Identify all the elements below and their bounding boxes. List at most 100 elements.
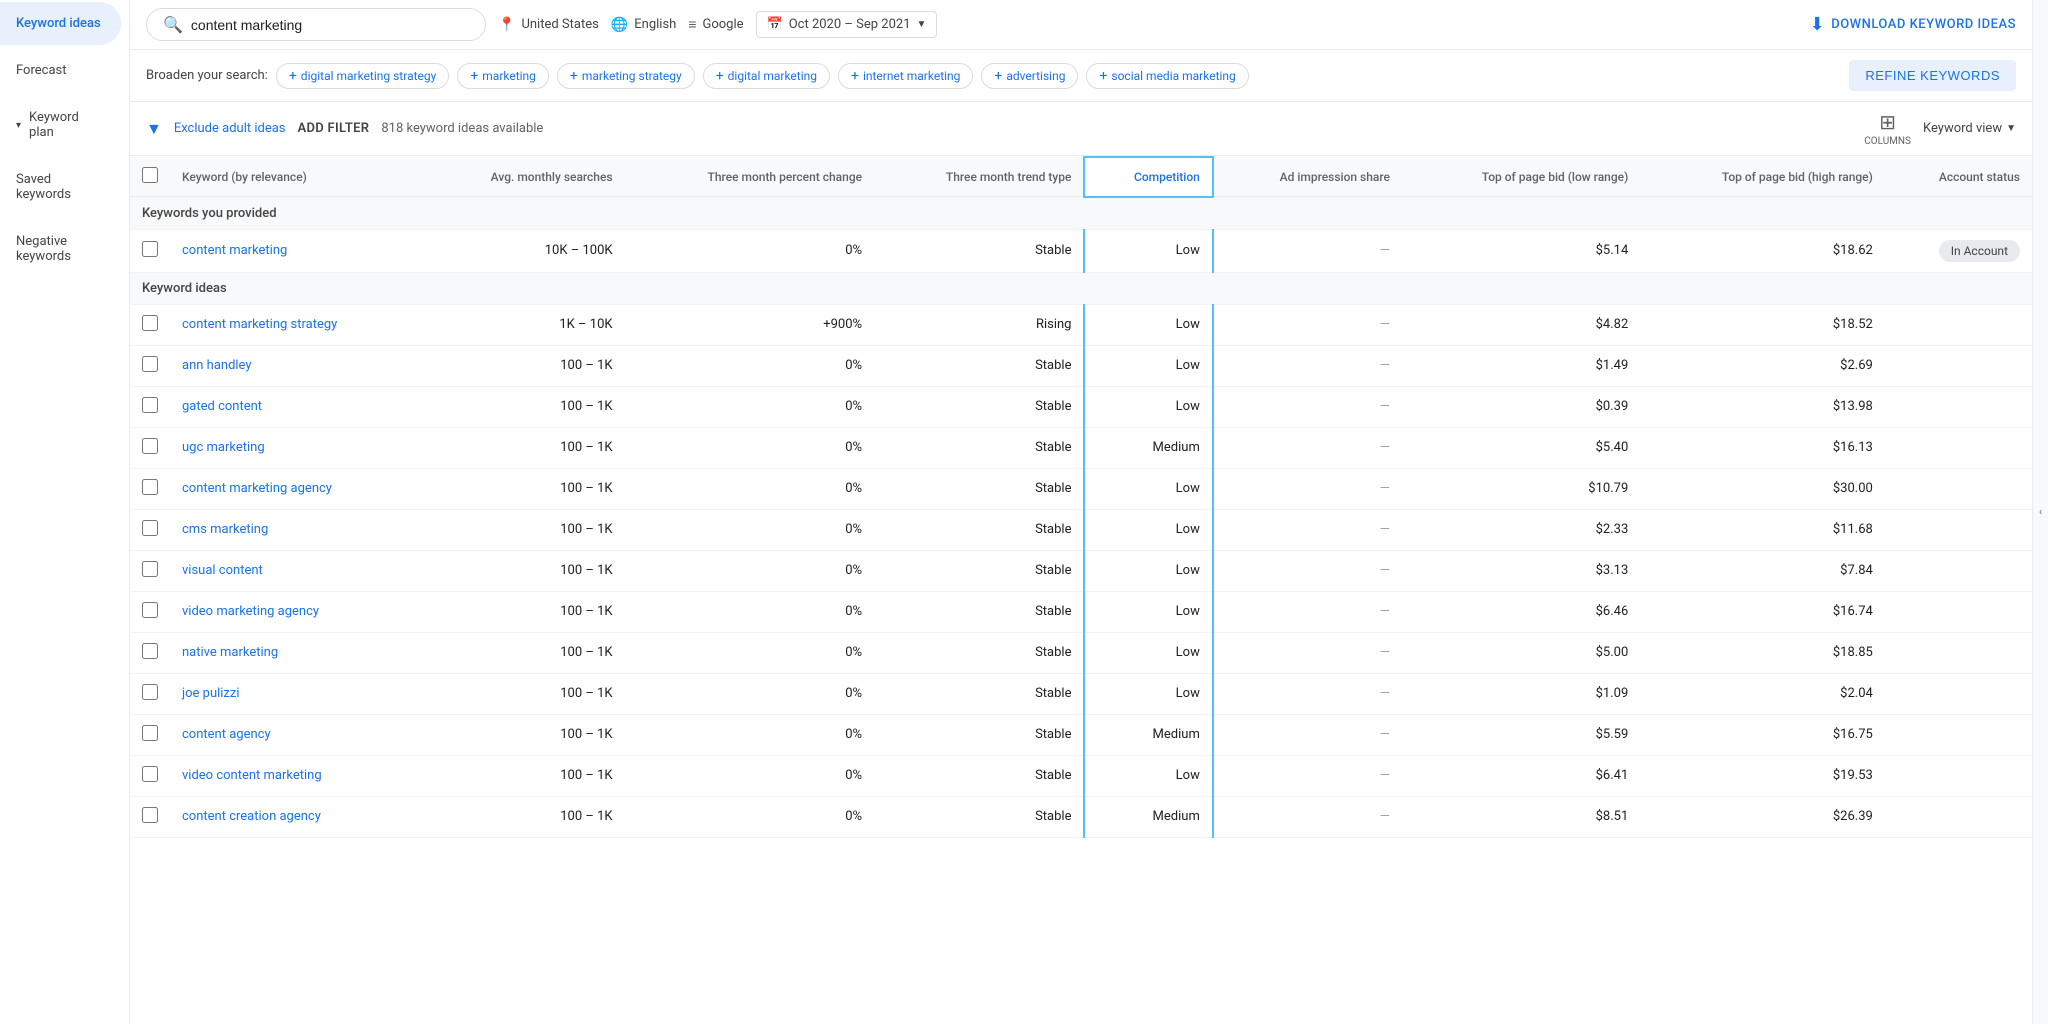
three-month-pct-column-header[interactable]: Three month percent change [625, 157, 874, 197]
location-chip[interactable]: 📍 United States [498, 17, 599, 33]
keyword-link[interactable]: visual content [182, 563, 263, 578]
broaden-chip-6[interactable]: + social media marketing [1086, 63, 1248, 89]
row-checkbox-cell[interactable] [130, 550, 170, 591]
keyword-cell[interactable]: video marketing agency [170, 591, 421, 632]
keyword-cell[interactable]: visual content [170, 550, 421, 591]
keyword-link[interactable]: content marketing agency [182, 481, 332, 496]
avg-monthly-column-header[interactable]: Avg. monthly searches [421, 157, 625, 197]
ad-impression-column-header[interactable]: Ad impression share [1213, 157, 1402, 197]
select-all-checkbox[interactable] [142, 167, 158, 183]
language-chip[interactable]: 🌐 English [611, 17, 677, 33]
keywords-provided-section-header: Keywords you provided [130, 197, 2032, 230]
search-input[interactable] [191, 17, 469, 33]
keyword-cell[interactable]: cms marketing [170, 509, 421, 550]
row-checkbox-cell[interactable] [130, 714, 170, 755]
row-checkbox-cell[interactable] [130, 509, 170, 550]
broaden-chip-3[interactable]: + digital marketing [703, 63, 830, 89]
sidebar-item-forecast[interactable]: Forecast [0, 49, 121, 92]
sidebar-item-saved-keywords[interactable]: Saved keywords [0, 158, 121, 216]
row-checkbox[interactable] [142, 397, 158, 413]
keyword-cell[interactable]: content marketing strategy [170, 304, 421, 345]
columns-button[interactable]: ⊞ COLUMNS [1864, 110, 1911, 147]
keyword-column-header[interactable]: Keyword (by relevance) [170, 157, 421, 197]
row-checkbox[interactable] [142, 725, 158, 741]
row-checkbox[interactable] [142, 438, 158, 454]
keyword-link[interactable]: content marketing [182, 243, 287, 258]
exclude-adult-link[interactable]: Exclude adult ideas [174, 121, 286, 136]
keyword-cell[interactable]: content marketing [170, 229, 421, 272]
broaden-chip-2[interactable]: + marketing strategy [557, 63, 695, 89]
keyword-cell[interactable]: joe pulizzi [170, 673, 421, 714]
top-bid-high-column-header[interactable]: Top of page bid (high range) [1640, 157, 1885, 197]
row-checkbox[interactable] [142, 643, 158, 659]
sidebar-item-negative-keywords[interactable]: Negative keywords [0, 220, 121, 278]
row-checkbox-cell[interactable] [130, 755, 170, 796]
keyword-link[interactable]: gated content [182, 399, 262, 414]
row-checkbox[interactable] [142, 766, 158, 782]
download-button[interactable]: ⬇ DOWNLOAD KEYWORD IDEAS [1810, 14, 2016, 35]
sidebar-item-keyword-ideas[interactable]: Keyword ideas [0, 2, 121, 45]
keyword-link[interactable]: cms marketing [182, 522, 268, 537]
broaden-chip-1[interactable]: + marketing [457, 63, 549, 89]
three-month-trend-cell: Stable [874, 673, 1084, 714]
add-filter-button[interactable]: ADD FILTER [298, 121, 370, 136]
search-box[interactable]: 🔍 [146, 8, 486, 41]
keyword-cell[interactable]: native marketing [170, 632, 421, 673]
competition-cell: Low [1084, 509, 1212, 550]
row-checkbox-cell[interactable] [130, 632, 170, 673]
keyword-link[interactable]: native marketing [182, 645, 278, 660]
ad-impression-cell: — [1213, 386, 1402, 427]
row-checkbox[interactable] [142, 520, 158, 536]
row-checkbox[interactable] [142, 684, 158, 700]
broaden-chip-0[interactable]: + digital marketing strategy [276, 63, 449, 89]
row-checkbox[interactable] [142, 315, 158, 331]
row-checkbox[interactable] [142, 479, 158, 495]
row-checkbox-cell[interactable] [130, 673, 170, 714]
filter-icon[interactable]: ▼ [146, 119, 162, 139]
date-range-picker[interactable]: 📅 Oct 2020 – Sep 2021 ▼ [756, 11, 938, 38]
row-checkbox-cell[interactable] [130, 304, 170, 345]
refine-keywords-button[interactable]: REFINE KEYWORDS [1849, 60, 2016, 91]
keyword-cell[interactable]: content agency [170, 714, 421, 755]
row-checkbox-cell[interactable] [130, 591, 170, 632]
sidebar-item-keyword-plan[interactable]: ▾ Keyword plan [0, 96, 121, 154]
row-checkbox[interactable] [142, 356, 158, 372]
row-checkbox-cell[interactable] [130, 427, 170, 468]
keyword-link[interactable]: video marketing agency [182, 604, 319, 619]
broaden-chip-4[interactable]: + internet marketing [838, 63, 973, 89]
three-month-trend-cell: Stable [874, 229, 1084, 272]
select-all-header[interactable] [130, 157, 170, 197]
sidebar-toggle[interactable]: ‹ [2032, 0, 2048, 1024]
keyword-link[interactable]: ann handley [182, 358, 252, 373]
keyword-link[interactable]: ugc marketing [182, 440, 265, 455]
keyword-cell[interactable]: gated content [170, 386, 421, 427]
row-checkbox[interactable] [142, 807, 158, 823]
keyword-link[interactable]: content creation agency [182, 809, 321, 824]
keyword-cell[interactable]: content marketing agency [170, 468, 421, 509]
row-checkbox-cell[interactable] [130, 386, 170, 427]
row-checkbox[interactable] [142, 561, 158, 577]
sidebar: Keyword ideas Forecast ▾ Keyword plan Sa… [0, 0, 130, 1024]
broaden-chip-5[interactable]: + advertising [981, 63, 1078, 89]
competition-column-header[interactable]: Competition [1084, 157, 1212, 197]
keyword-cell[interactable]: video content marketing [170, 755, 421, 796]
keyword-cell[interactable]: content creation agency [170, 796, 421, 837]
keyword-link[interactable]: content marketing strategy [182, 317, 337, 332]
keyword-view-button[interactable]: Keyword view ▼ [1923, 121, 2016, 136]
keyword-link[interactable]: joe pulizzi [182, 686, 240, 701]
account-status-cell [1885, 591, 2032, 632]
row-checkbox-cell[interactable] [130, 345, 170, 386]
row-checkbox[interactable] [142, 241, 158, 257]
top-bid-low-column-header[interactable]: Top of page bid (low range) [1402, 157, 1640, 197]
keyword-link[interactable]: video content marketing [182, 768, 322, 783]
keyword-cell[interactable]: ugc marketing [170, 427, 421, 468]
keyword-link[interactable]: content agency [182, 727, 271, 742]
row-checkbox-cell[interactable] [130, 229, 170, 272]
row-checkbox-cell[interactable] [130, 468, 170, 509]
account-status-column-header[interactable]: Account status [1885, 157, 2032, 197]
network-chip[interactable]: ≡ Google [688, 16, 743, 33]
row-checkbox[interactable] [142, 602, 158, 618]
row-checkbox-cell[interactable] [130, 796, 170, 837]
keyword-cell[interactable]: ann handley [170, 345, 421, 386]
three-month-trend-column-header[interactable]: Three month trend type [874, 157, 1084, 197]
